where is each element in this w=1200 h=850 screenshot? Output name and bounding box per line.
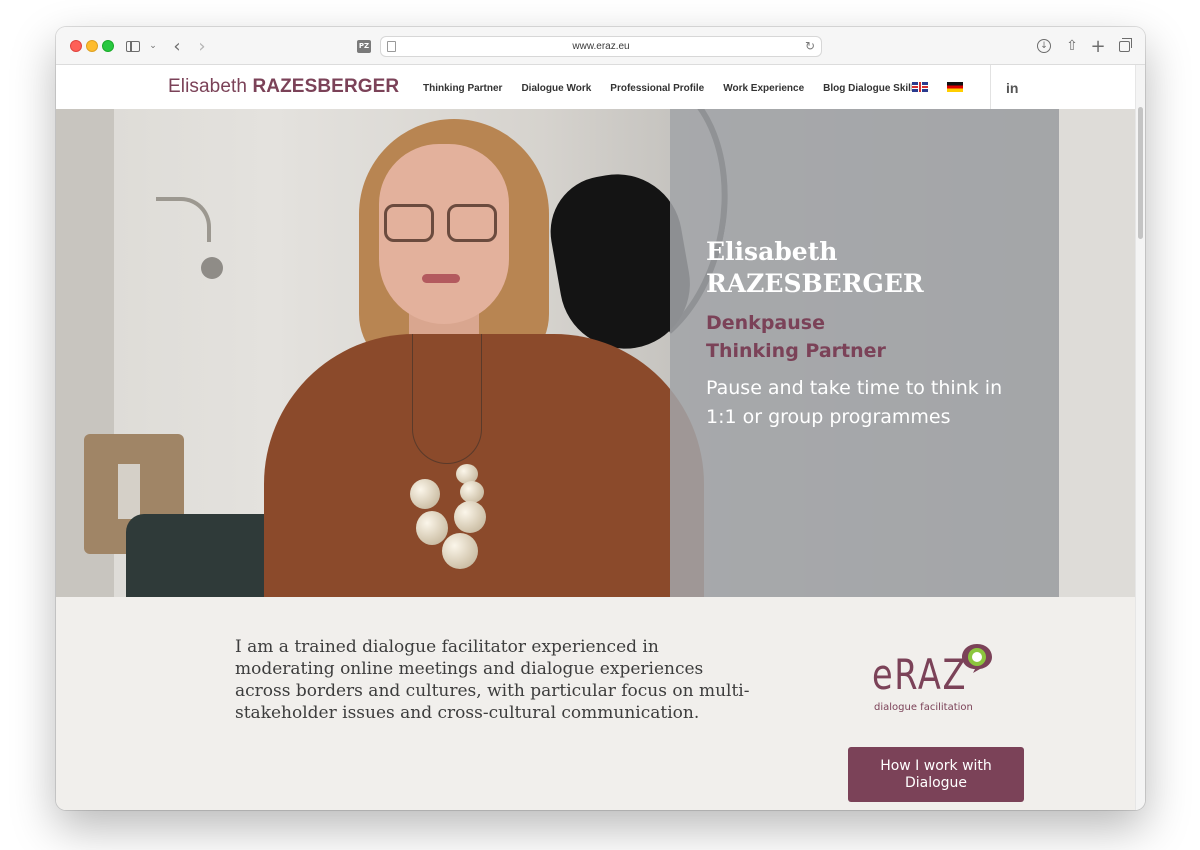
tabs-icon[interactable] bbox=[1116, 36, 1132, 56]
logo-first-name: Elisabeth bbox=[168, 76, 248, 97]
portrait-person bbox=[264, 119, 704, 597]
eraz-logo: eRAZ dialogue facilitation bbox=[872, 642, 1012, 722]
nav-thinking-partner[interactable]: Thinking Partner bbox=[423, 83, 502, 94]
sidebar-icon[interactable] bbox=[124, 36, 142, 56]
chevron-down-icon[interactable]: ⌄ bbox=[148, 36, 158, 56]
hero-name: Elisabeth RAZESBERGER bbox=[706, 237, 924, 298]
linkedin-icon[interactable]: in bbox=[1006, 80, 1018, 96]
web-page: Elisabeth RAZESBERGER Thinking Partner D… bbox=[56, 65, 1135, 810]
main-nav: Thinking Partner Dialogue Work Professio… bbox=[423, 83, 938, 94]
how-i-work-button[interactable]: How I work with Dialogue bbox=[848, 747, 1024, 802]
download-icon[interactable]: ↓ bbox=[1036, 36, 1052, 56]
close-window-button[interactable] bbox=[70, 40, 82, 52]
hero-tagline: Pause and take time to think in 1:1 or g… bbox=[706, 377, 1003, 428]
eraz-caption: dialogue facilitation bbox=[874, 702, 973, 713]
nav-dialogue-work[interactable]: Dialogue Work bbox=[521, 83, 591, 94]
nav-blog-dialogue-skills[interactable]: Blog Dialogue Skills bbox=[823, 83, 919, 94]
hero-subtitle: Denkpause Thinking Partner bbox=[706, 312, 886, 362]
logo-last-name: RAZESBERGER bbox=[252, 76, 400, 97]
site-logo[interactable]: Elisabeth RAZESBERGER bbox=[168, 76, 399, 98]
english-flag-icon[interactable] bbox=[912, 82, 928, 92]
minimize-window-button[interactable] bbox=[86, 40, 98, 52]
reader-icon[interactable]: PZ bbox=[357, 36, 371, 56]
page-icon bbox=[387, 41, 396, 52]
nav-professional-profile[interactable]: Professional Profile bbox=[610, 83, 704, 94]
eraz-wordmark: eRAZ bbox=[872, 650, 968, 699]
url-text: www.eraz.eu bbox=[572, 41, 630, 52]
zoom-window-button[interactable] bbox=[102, 40, 114, 52]
german-flag-icon[interactable] bbox=[947, 82, 963, 92]
nav-work-experience[interactable]: Work Experience bbox=[723, 83, 804, 94]
speech-bubble-icon bbox=[962, 644, 992, 673]
new-tab-icon[interactable]: + bbox=[1090, 36, 1106, 57]
address-bar[interactable]: www.eraz.eu ↻ bbox=[380, 36, 822, 57]
scrollbar-thumb[interactable] bbox=[1138, 107, 1143, 239]
wall-lamp bbox=[146, 187, 226, 287]
browser-toolbar: ⌄ ‹ › PZ www.eraz.eu ↻ ↓ ⇧ + bbox=[56, 27, 1145, 65]
share-icon[interactable]: ⇧ bbox=[1064, 36, 1080, 56]
back-icon[interactable]: ‹ bbox=[170, 36, 184, 57]
hero-section: Elisabeth RAZESBERGER Denkpause Thinking… bbox=[56, 109, 1135, 597]
page-scrollbar[interactable] bbox=[1135, 65, 1145, 810]
header-divider bbox=[990, 65, 991, 109]
browser-window: ⌄ ‹ › PZ www.eraz.eu ↻ ↓ ⇧ + Elisabeth R… bbox=[56, 27, 1145, 810]
reload-icon[interactable]: ↻ bbox=[805, 39, 815, 53]
intro-text: I am a trained dialogue facilitator expe… bbox=[235, 637, 750, 723]
forward-icon[interactable]: › bbox=[195, 36, 209, 57]
site-header: Elisabeth RAZESBERGER Thinking Partner D… bbox=[56, 65, 1135, 109]
